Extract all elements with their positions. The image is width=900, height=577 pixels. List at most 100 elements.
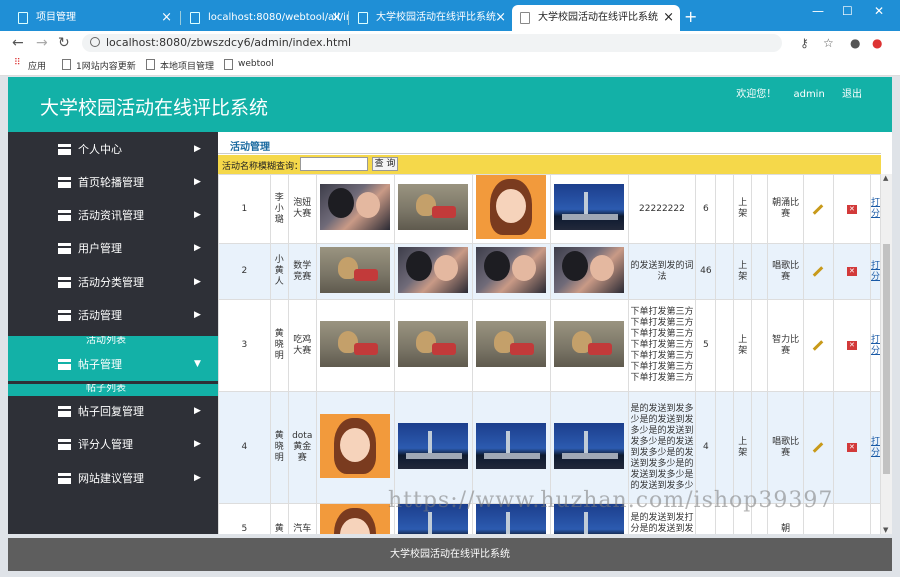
browser-tab-4-active[interactable]: 大学校园活动在线评比系统 × [512, 5, 680, 31]
row-spacer [715, 299, 735, 392]
url-field[interactable]: localhost:8080/zbwszdcy6/admin/index.htm… [82, 34, 782, 52]
browser-tab-3[interactable]: 大学校园活动在线评比系统 × [350, 5, 512, 31]
sidebar-item-carousel[interactable]: 首页轮播管理 ▶ [8, 166, 218, 199]
close-icon[interactable]: × [331, 5, 342, 31]
score-link[interactable]: 打分 [869, 299, 881, 392]
delete-cell[interactable] [832, 503, 871, 534]
row-spacer [751, 391, 769, 504]
row-name: 李小璐 [269, 174, 289, 244]
maximize-icon[interactable]: ☐ [842, 4, 853, 18]
edit-cell[interactable] [803, 243, 834, 300]
search-button[interactable]: 查 询 [372, 157, 398, 171]
delete-cell[interactable]: ✕ [832, 299, 871, 392]
search-bar: 活动名称模糊查询： 查 询 [218, 155, 881, 174]
row-spacer [751, 243, 769, 300]
delete-cell[interactable]: ✕ [832, 243, 871, 300]
row-name: 黄 [269, 503, 289, 534]
sidebar-item-replies[interactable]: 帖子回复管理 ▶ [8, 395, 218, 428]
sidebar-item-raters[interactable]: 评分人管理 ▶ [8, 428, 218, 461]
key-icon[interactable]: ⚷ [800, 36, 809, 50]
minimize-icon[interactable]: — [812, 4, 824, 18]
edit-cell[interactable] [803, 299, 834, 392]
extension-icon[interactable]: ● [872, 36, 882, 50]
scroll-thumb[interactable] [883, 244, 890, 474]
pencil-icon[interactable] [813, 203, 824, 215]
tab-title: 大学校园活动在线评比系统 [376, 12, 496, 23]
sidebar-item-news[interactable]: 活动资讯管理 ▶ [8, 199, 218, 232]
reload-icon[interactable]: ↻ [58, 35, 70, 51]
bookmark-item[interactable]: webtool [224, 59, 274, 70]
main-content: 活动管理 活动名称模糊查询： 查 询 1 李小璐 泡妞大赛 22222222 6 上架 朝涌… [218, 132, 892, 534]
delete-icon[interactable]: ✕ [846, 267, 857, 276]
star-icon[interactable]: ☆ [823, 36, 834, 50]
row-image-cell [471, 391, 551, 504]
row-image-cell [315, 243, 395, 300]
sidebar-item-suggestions[interactable]: 网站建议管理 ▶ [8, 462, 218, 495]
sidebar-item-categories[interactable]: 活动分类管理 ▶ [8, 266, 218, 299]
delete-cell[interactable]: ✕ [832, 174, 871, 244]
delete-icon[interactable]: ✕ [846, 443, 857, 452]
score-link[interactable]: 打分 [869, 174, 881, 244]
logout-link[interactable]: 退出 [842, 89, 862, 100]
row-description: 22222222 [627, 174, 697, 244]
table-row: 2 小黄人 数学竞赛 的发送到发的词法 46 上架 唱歌比赛 ✕ 打分 [218, 243, 881, 300]
browser-tab-2[interactable]: localhost:8080/webtool/all/ind × [182, 5, 348, 31]
close-icon[interactable]: × [495, 5, 506, 31]
score-link[interactable] [869, 503, 881, 534]
delete-cell[interactable]: ✕ [832, 391, 871, 504]
table-row: 3 黄晓明 吃鸡大赛 下单打发第三方下单打发第三方下单打发第三方下单打发第三方下单打发… [218, 299, 881, 392]
browser-tab-1[interactable]: 项目管理 × [10, 5, 178, 31]
sidebar-item-users[interactable]: 用户管理 ▶ [8, 232, 218, 265]
activity-image-bear [398, 184, 469, 230]
row-category: 唱歌比赛 [767, 391, 805, 504]
row-number: 1 [218, 174, 271, 244]
menu-icon [58, 177, 71, 188]
row-title: dota黄金赛 [287, 391, 317, 504]
back-icon[interactable]: ← [12, 35, 24, 51]
sidebar: 个人中心 ▶ 首页轮播管理 ▶ 活动资讯管理 ▶ 用户管理 ▶ 活动分类管理 ▶ 活动管理… [8, 132, 218, 534]
scroll-down-icon[interactable]: ▼ [883, 526, 888, 534]
row-title: 吃鸡大赛 [287, 299, 317, 392]
edit-cell[interactable] [803, 174, 834, 244]
close-icon[interactable]: × [161, 5, 172, 31]
info-icon[interactable] [90, 37, 100, 47]
row-name: 小黄人 [269, 243, 289, 300]
row-image-cell [549, 391, 629, 504]
bookmark-apps[interactable]: ⠿ 应用 [14, 58, 46, 72]
menu-icon [58, 359, 71, 370]
forward-icon[interactable]: → [36, 35, 48, 51]
row-title: 泡妞大赛 [287, 174, 317, 244]
username-link[interactable]: admin [793, 89, 824, 100]
edit-cell[interactable] [803, 391, 834, 504]
bookmark-item[interactable]: 本地项目管理 [146, 59, 214, 72]
delete-icon[interactable]: ✕ [846, 204, 857, 214]
sidebar-subitem-activity-list[interactable]: 活动列表 [8, 336, 218, 348]
sidebar-item-posts[interactable]: 帖子管理 ▼ [8, 348, 218, 381]
pencil-icon[interactable] [813, 442, 824, 453]
window-close-icon[interactable]: ✕ [874, 4, 884, 18]
delete-icon[interactable]: ✕ [846, 341, 857, 350]
address-bar: ← → ↻ localhost:8080/zbwszdcy6/admin/ind… [0, 31, 900, 55]
chevron-right-icon: ▶ [194, 439, 201, 449]
page-icon [224, 59, 233, 70]
vertical-scrollbar[interactable]: ▲ ▼ [881, 174, 892, 534]
sidebar-item-activities[interactable]: 活动管理 ▶ [8, 299, 218, 332]
score-link[interactable]: 打分 [869, 391, 881, 504]
row-image-cell [549, 174, 629, 244]
bookmark-item[interactable]: 1网站内容更新 [62, 59, 136, 72]
row-status: 上架 [733, 391, 753, 504]
search-label: 活动名称模糊查询： [222, 162, 304, 172]
watermark-text: https://www.huzhan.com/ishop39397 [388, 488, 834, 513]
pencil-icon[interactable] [813, 340, 824, 351]
account-icon[interactable]: ● [850, 36, 860, 50]
search-input[interactable] [300, 157, 368, 171]
pencil-icon[interactable] [813, 266, 824, 277]
sidebar-item-profile[interactable]: 个人中心 ▶ [8, 133, 218, 166]
close-icon[interactable]: × [663, 5, 674, 31]
row-score: 5 [695, 299, 717, 392]
scroll-up-icon[interactable]: ▲ [883, 174, 888, 182]
new-tab-icon[interactable]: + [684, 7, 697, 26]
row-image-cell [315, 391, 395, 504]
row-spacer [715, 391, 735, 504]
score-link[interactable]: 打分 [869, 243, 881, 300]
